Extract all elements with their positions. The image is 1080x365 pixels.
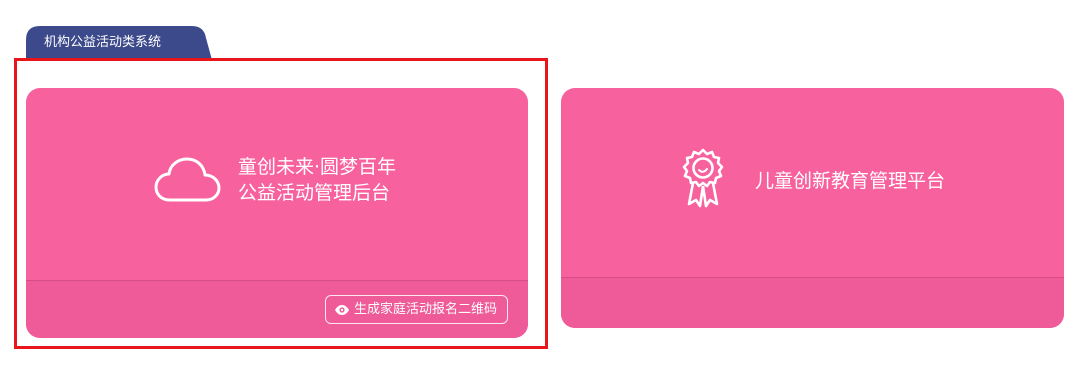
card-title-line-1: 儿童创新教育管理平台: [755, 170, 946, 192]
award-badge-icon: [682, 148, 724, 208]
system-card-innovation-education[interactable]: 儿童创新教育管理平台: [561, 88, 1064, 328]
card-header-area[interactable]: 儿童创新教育管理平台: [561, 88, 1064, 277]
section-tab-label[interactable]: 机构公益活动类系统: [44, 26, 161, 59]
card-title: 儿童创新教育管理平台: [755, 168, 945, 194]
page: 机构公益活动类系统 童创未来·圆梦百年 公益活动管理后台 生成家庭活动报名二维码…: [0, 0, 1080, 365]
selection-highlight: [14, 58, 548, 349]
card-footer: [561, 277, 1064, 328]
